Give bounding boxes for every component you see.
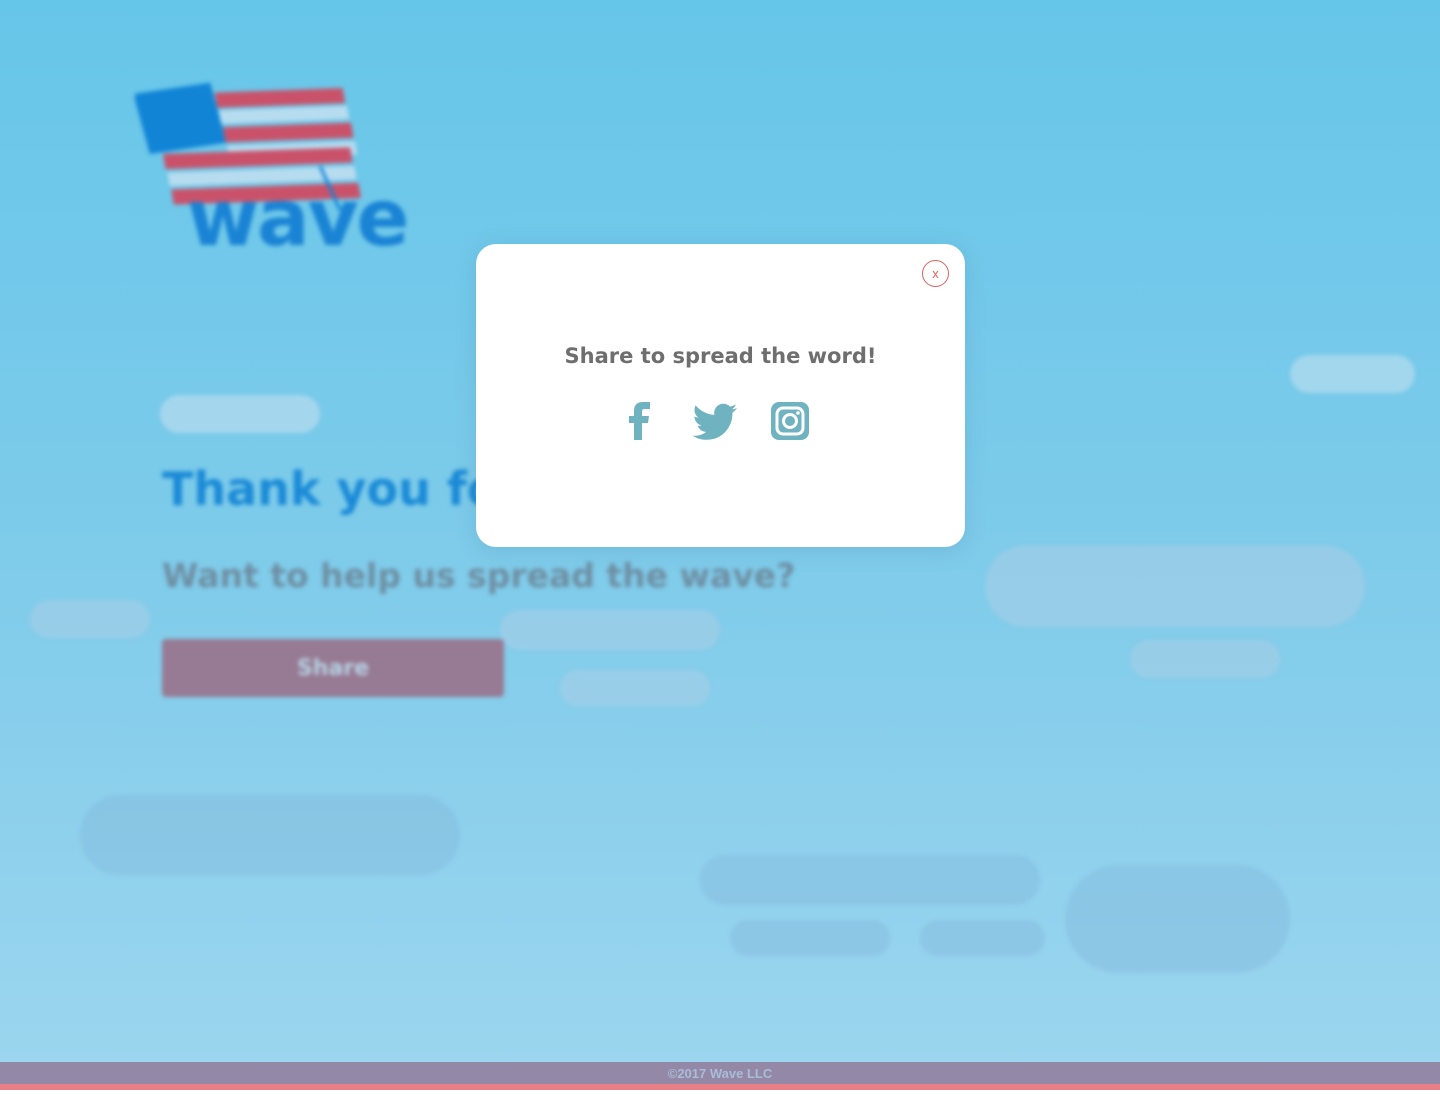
page-title: Thank you for	[162, 462, 522, 516]
cloud	[80, 795, 460, 875]
footer-edge	[0, 1090, 1440, 1094]
instagram-share-button[interactable]	[770, 399, 810, 443]
cloud	[985, 545, 1365, 627]
share-button[interactable]: Share	[162, 639, 504, 697]
cloud	[730, 920, 890, 956]
share-modal: x Share to spread the word!	[476, 244, 965, 547]
cloud	[30, 600, 150, 638]
instagram-icon	[771, 402, 809, 440]
cloud	[500, 610, 720, 650]
page-subtitle: Want to help us spread the wave?	[162, 556, 796, 595]
background-content: wave Thank you for Want to help us sprea…	[0, 0, 1440, 1094]
twitter-icon	[692, 403, 737, 440]
cloud	[1065, 865, 1290, 973]
cloud	[920, 920, 1045, 956]
modal-title: Share to spread the word!	[564, 344, 877, 368]
page-background: wave Thank you for Want to help us sprea…	[0, 0, 1440, 1094]
cloud	[1290, 355, 1415, 393]
cloud	[700, 855, 1040, 905]
wave-logo[interactable]: wave	[133, 70, 435, 264]
twitter-share-button[interactable]	[692, 399, 738, 443]
cloud	[160, 395, 320, 433]
cloud	[1130, 640, 1280, 678]
facebook-icon	[629, 402, 650, 440]
copyright-text: ©2017 Wave LLC	[667, 1065, 773, 1081]
cloud	[560, 670, 710, 706]
facebook-share-button[interactable]	[620, 399, 660, 443]
footer: ©2017 Wave LLC	[0, 1062, 1440, 1084]
logo-text: wave	[187, 174, 409, 264]
close-button[interactable]: x	[922, 260, 949, 287]
